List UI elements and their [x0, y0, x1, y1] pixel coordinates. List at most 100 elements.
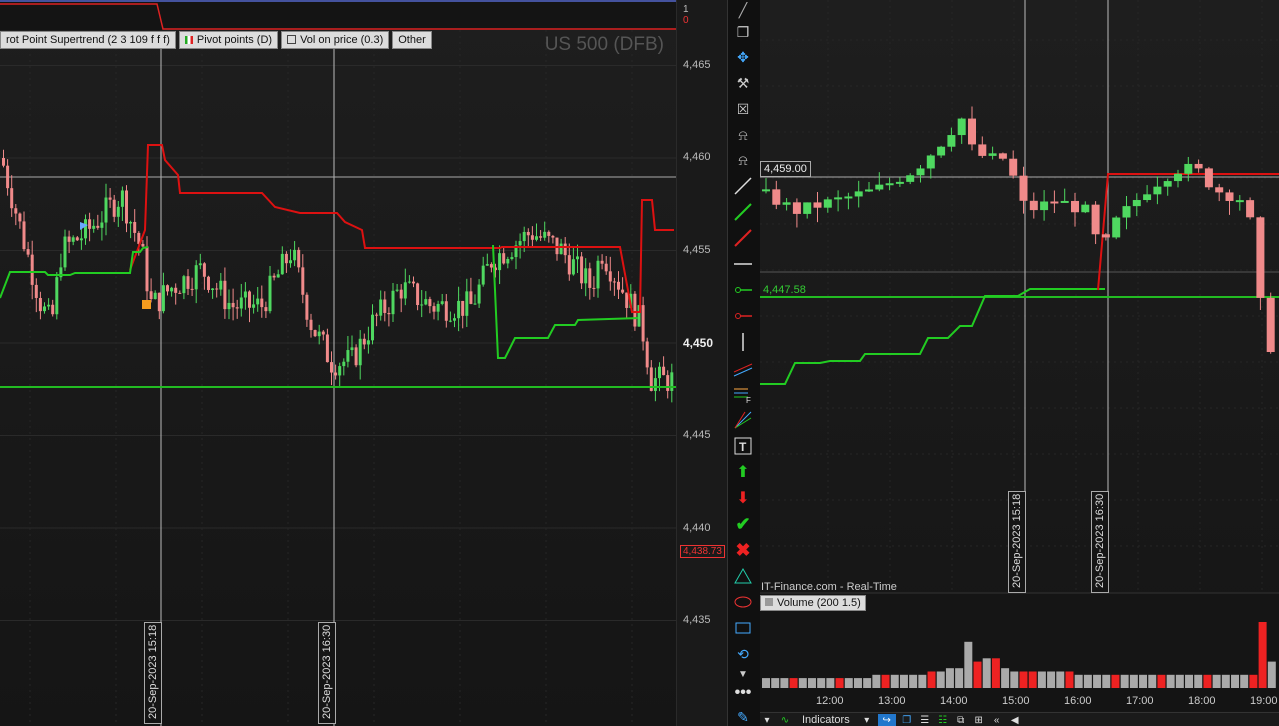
compare-icon[interactable]: ☷: [936, 714, 950, 726]
channel-icon[interactable]: [732, 358, 754, 378]
candle-up: [762, 189, 770, 192]
svg-text:F: F: [746, 396, 751, 404]
indicator-pivot-points[interactable]: Pivot points (D): [178, 31, 279, 49]
volume-indicator-label[interactable]: Volume (200 1.5): [760, 595, 866, 611]
volume-bar: [1037, 671, 1046, 688]
candle-down: [1194, 163, 1203, 169]
candle-down: [551, 235, 555, 238]
price-label-high: 4,459.00: [760, 161, 811, 177]
indicator-vol-on-price[interactable]: Vol on price (0.3): [281, 31, 390, 49]
candle-up: [358, 338, 362, 366]
candle-up: [477, 284, 481, 304]
candle-down: [223, 280, 227, 310]
horizontal-ray-red-icon[interactable]: [732, 306, 754, 326]
bell-icon[interactable]: ⍾: [732, 150, 754, 170]
candle-up: [522, 231, 526, 242]
arrow-up-green-icon[interactable]: ⬆: [732, 462, 754, 482]
candle-down: [612, 281, 616, 283]
candle-down: [489, 264, 493, 268]
candle-down: [1101, 234, 1110, 238]
indicator-supertrend[interactable]: rot Point Supertrend (2 3 109 f f f): [0, 31, 176, 49]
candle-up: [937, 146, 946, 156]
candle-up: [926, 155, 935, 169]
share-icon[interactable]: ↪: [877, 714, 896, 726]
candle-down: [604, 263, 608, 272]
horizontal-line-icon[interactable]: [732, 254, 754, 274]
candle-up: [947, 135, 956, 147]
ruler-icon[interactable]: ╱: [732, 0, 754, 20]
indicator-wave-icon[interactable]: ∿: [778, 714, 792, 726]
candle-up: [198, 263, 202, 266]
trash-icon[interactable]: ☒: [732, 99, 754, 119]
list-icon[interactable]: ☰: [918, 714, 932, 726]
left-price-chart[interactable]: [0, 0, 676, 726]
scroll-left-icon[interactable]: ◀: [1008, 714, 1022, 726]
collapse-icon[interactable]: «: [990, 714, 1004, 726]
fibonacci-icon[interactable]: F: [732, 384, 754, 404]
candle-down: [432, 306, 436, 312]
volume-bar: [1240, 674, 1249, 688]
top-marker-0: 0: [683, 15, 689, 26]
candle-up: [403, 282, 407, 299]
candle-down: [662, 366, 666, 376]
candle-down: [18, 213, 22, 222]
volume-bar: [973, 661, 982, 688]
candle-down: [178, 292, 182, 294]
move-icon[interactable]: ✥: [732, 47, 754, 67]
drawing-toolbar: ╱ ❐ ✥ ⚒ ☒ ⍾ ⍾ F T ⬆ ⬇ ✔ ✖ ⟲ ▼ ••• ✎: [727, 0, 761, 726]
candle-down: [190, 288, 194, 290]
candle-up: [498, 253, 502, 271]
pen-icon[interactable]: ✎: [732, 707, 754, 726]
candle-up: [1184, 163, 1193, 174]
axis-label-4465: 4,465: [683, 59, 711, 71]
right-chart-pane[interactable]: 4,459.00 4,447.58 20-Sep-2023 15:18 20-S…: [760, 0, 1279, 726]
line-white-icon[interactable]: [732, 176, 754, 196]
indicator-other[interactable]: Other: [392, 31, 432, 49]
right-price-chart[interactable]: [760, 0, 1279, 726]
candle-down: [141, 243, 145, 247]
candle-up: [338, 366, 342, 376]
volume-bar: [991, 658, 1000, 688]
tools-icon[interactable]: ⚒: [732, 73, 754, 93]
volume-bar: [1001, 668, 1010, 688]
indicators-dropdown-icon[interactable]: ▾: [860, 714, 874, 726]
cross-icon[interactable]: ✖: [732, 540, 754, 560]
line-red-icon[interactable]: [732, 228, 754, 248]
ellipse-icon[interactable]: [732, 592, 754, 612]
crosshair-date-tag-2: 20-Sep-2023 16:30: [318, 622, 336, 724]
candle-down: [428, 299, 432, 307]
checkbox-icon[interactable]: [287, 35, 297, 44]
volume-bar: [1120, 674, 1129, 688]
volume-bar: [1157, 674, 1166, 688]
document-icon[interactable]: ❐: [900, 714, 914, 726]
vertical-line-icon[interactable]: [732, 332, 754, 352]
chart-bottom-bar: ▾ ∿ Indicators ▾ ↪ ❐ ☰ ☷ ⧉ ⊞ « ◀: [760, 712, 1279, 726]
text-icon[interactable]: T: [732, 436, 754, 456]
volume-bar: [1231, 674, 1240, 688]
alert-remove-icon[interactable]: ⍾: [732, 125, 754, 145]
horizontal-ray-green-icon[interactable]: [732, 280, 754, 300]
candle-down: [539, 236, 543, 238]
reset-cursor-icon[interactable]: ⟲: [732, 644, 754, 664]
candle-down: [444, 301, 448, 321]
candle-up: [584, 268, 588, 284]
indicators-button[interactable]: Indicators: [796, 714, 856, 726]
window-icon[interactable]: ⧉: [954, 714, 968, 726]
candle-down: [133, 221, 137, 233]
layout-icon[interactable]: ⊞: [972, 714, 986, 726]
candle-down: [1266, 297, 1275, 353]
triangle-icon[interactable]: [732, 566, 754, 586]
left-chart-pane[interactable]: rot Point Supertrend (2 3 109 f f f) Piv…: [0, 0, 676, 726]
dropdown-icon[interactable]: ▾: [760, 714, 774, 726]
left-price-axis[interactable]: 1 0 4,465 4,460 4,455 4,450 4,445 4,440 …: [676, 0, 727, 726]
gann-icon[interactable]: [732, 410, 754, 430]
candle-up: [1040, 201, 1049, 211]
line-green-icon[interactable]: [732, 202, 754, 222]
checkmark-icon[interactable]: ✔: [732, 514, 754, 534]
time-label-1600: 16:00: [1064, 695, 1092, 707]
more-icon[interactable]: •••: [732, 683, 754, 703]
toolbar-expand-icon[interactable]: ▼: [732, 664, 754, 684]
rectangle-icon[interactable]: [732, 618, 754, 638]
arrow-down-red-icon[interactable]: ⬇: [732, 488, 754, 508]
copy-icon[interactable]: ❐: [732, 22, 754, 42]
